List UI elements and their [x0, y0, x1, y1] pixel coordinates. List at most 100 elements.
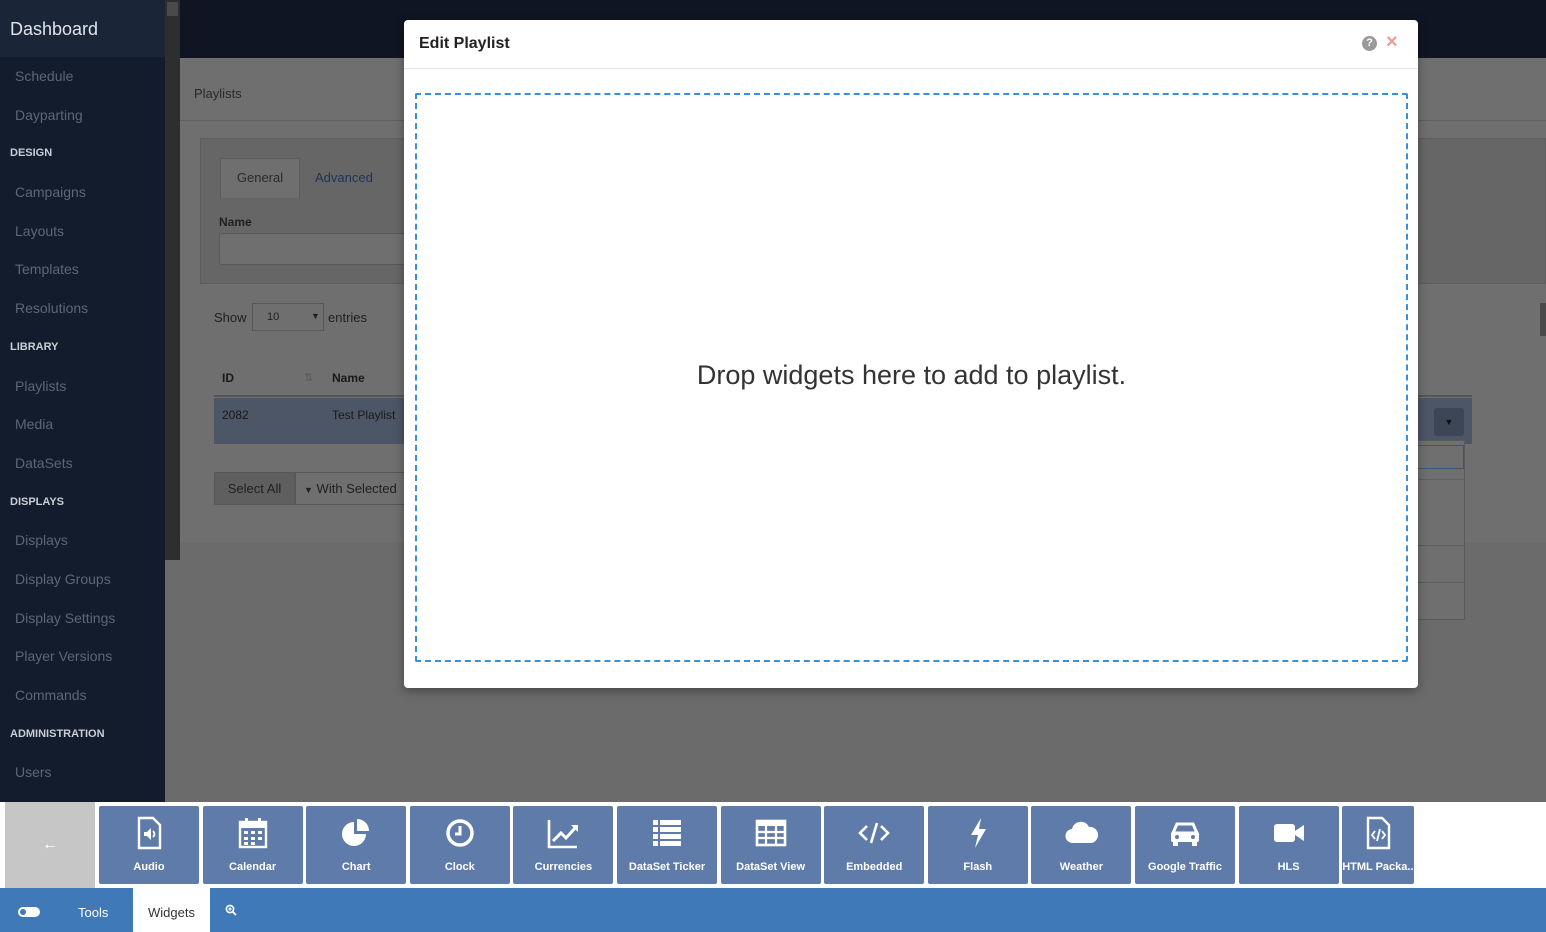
scrollbar-thumb[interactable]	[167, 2, 178, 16]
entries-label: entries	[328, 310, 368, 325]
bottom-nav: Tools Widgets	[0, 888, 1546, 932]
sidebar-item-displays[interactable]: Displays	[0, 521, 165, 560]
sort-icon[interactable]: ⇅	[304, 371, 313, 384]
sidebar-item-campaigns[interactable]: Campaigns	[0, 173, 165, 212]
sidebar-item-playlists[interactable]: Playlists	[0, 367, 165, 406]
audio-file-icon	[132, 816, 166, 850]
sidebar-item-templates[interactable]: Templates	[0, 250, 165, 289]
row-actions-button[interactable]: ▼	[1434, 408, 1464, 436]
sidebar-item-datasets[interactable]: DataSets	[0, 444, 165, 483]
widget-label: Audio	[133, 861, 165, 873]
page-length-value: 10	[267, 311, 280, 323]
sidebar-item-layouts[interactable]: Layouts	[0, 212, 165, 251]
search-plus-icon[interactable]	[225, 903, 237, 919]
row-name-cell: Test Playlist	[332, 408, 396, 422]
widget-label: DataSet View	[736, 861, 806, 873]
widget-label: HLS	[1277, 861, 1300, 873]
cloud-icon	[1064, 816, 1099, 850]
widget-flash[interactable]: Flash	[927, 806, 1028, 884]
sidebar-item-display-settings[interactable]: Display Settings	[0, 599, 165, 638]
sidebar-item-resolutions[interactable]: Resolutions	[0, 289, 165, 328]
code-file-icon	[1361, 816, 1395, 850]
clock-icon	[443, 816, 477, 850]
tab-tools[interactable]: Tools	[78, 905, 108, 920]
pie-chart-icon	[339, 816, 373, 850]
widget-toolbar: ← Audio Calendar Chart Clock Currencies DataS…	[0, 802, 1546, 888]
calendar-icon	[236, 816, 270, 850]
widget-label: HTML Packa...	[1342, 861, 1415, 873]
widget-label: DataSet Ticker	[628, 861, 706, 873]
widget-label: Flash	[963, 861, 993, 873]
column-header-name[interactable]: Name	[332, 371, 365, 385]
sidebar: Dashboard Schedule Dayparting DESIGN Campai…	[0, 0, 165, 802]
widget-weather[interactable]: Weather	[1031, 806, 1132, 884]
sidebar-item-dayparting[interactable]: Dayparting	[0, 96, 165, 135]
line-chart-icon	[546, 816, 580, 850]
back-button[interactable]: ←	[5, 802, 95, 888]
widget-label: Currencies	[534, 861, 593, 873]
widget-label: Calendar	[229, 861, 277, 873]
widget-clock[interactable]: Clock	[409, 806, 510, 884]
widget-label: Weather	[1059, 861, 1103, 873]
column-header-id[interactable]: ID	[222, 371, 234, 385]
list-icon	[650, 816, 684, 850]
sidebar-item-player-versions[interactable]: Player Versions	[0, 637, 165, 676]
columns-button[interactable]	[1540, 303, 1546, 336]
widget-dataset-view[interactable]: DataSet View	[720, 806, 821, 884]
sidebar-section-displays: DISPLAYS	[10, 495, 65, 508]
modal-header: Edit Playlist ? ×	[404, 20, 1418, 69]
widget-audio[interactable]: Audio	[99, 806, 199, 884]
widget-hls[interactable]: HLS	[1238, 806, 1339, 884]
widget-chart[interactable]: Chart	[306, 806, 407, 884]
with-selected-button[interactable]: ▼ With Selected	[295, 472, 405, 505]
widget-label: Chart	[341, 861, 371, 873]
toggle-icon[interactable]	[18, 907, 40, 917]
widget-label: Google Traffic	[1148, 861, 1222, 873]
sidebar-item-media[interactable]: Media	[0, 405, 165, 444]
drop-zone-message: Drop widgets here to add to playlist.	[696, 360, 1127, 390]
code-icon	[857, 816, 891, 850]
tab-widgets[interactable]: Widgets	[133, 888, 210, 932]
video-camera-icon	[1272, 816, 1306, 850]
widget-label: Clock	[444, 861, 475, 873]
sidebar-section-library: LIBRARY	[10, 340, 59, 353]
name-label: Name	[219, 215, 252, 229]
caret-down-icon: ▼	[311, 311, 320, 321]
page-length-select[interactable]: 10 ▼	[252, 303, 324, 331]
sidebar-brand[interactable]: Dashboard	[0, 0, 165, 57]
sidebar-menu: Schedule Dayparting DESIGN Campaigns Layouts…	[0, 57, 165, 792]
car-icon	[1168, 816, 1202, 850]
widget-currencies[interactable]: Currencies	[513, 806, 614, 884]
with-selected-label: With Selected	[316, 481, 397, 496]
scrollbar-track[interactable]	[165, 0, 180, 560]
bolt-icon	[961, 816, 995, 850]
caret-down-icon: ▼	[304, 485, 313, 495]
arrow-left-icon: ←	[42, 836, 58, 853]
edit-playlist-modal: Edit Playlist ? × Drop widgets here to a…	[404, 20, 1418, 688]
sidebar-section-administration: ADMINISTRATION	[10, 727, 105, 740]
sidebar-section-design: DESIGN	[10, 147, 53, 160]
widget-google-traffic[interactable]: Google Traffic	[1135, 806, 1235, 884]
sidebar-item-display-groups[interactable]: Display Groups	[0, 560, 165, 599]
sidebar-item-users[interactable]: Users	[0, 753, 165, 792]
sidebar-item-schedule[interactable]: Schedule	[0, 57, 165, 96]
row-id-cell: 2082	[222, 408, 249, 422]
widget-calendar[interactable]: Calendar	[202, 806, 303, 884]
select-all-button[interactable]: Select All	[214, 472, 295, 505]
sidebar-item-commands[interactable]: Commands	[0, 676, 165, 715]
breadcrumb[interactable]: Playlists	[194, 86, 242, 101]
table-icon	[754, 816, 788, 850]
widget-label: Embedded	[846, 861, 903, 873]
widget-drop-zone[interactable]: Drop widgets here to add to playlist.	[415, 93, 1408, 662]
widget-html-packa[interactable]: HTML Packa...	[1342, 806, 1415, 884]
widget-embedded[interactable]: Embedded	[824, 806, 925, 884]
name-filter-input[interactable]	[219, 233, 419, 265]
widget-dataset-ticker[interactable]: DataSet Ticker	[617, 806, 717, 884]
tab-general[interactable]: General	[220, 158, 300, 198]
question-circle-icon[interactable]: ?	[1362, 36, 1377, 51]
show-label: Show	[214, 310, 247, 325]
close-icon[interactable]: ×	[1386, 32, 1398, 52]
dropdown-item-active[interactable]	[1416, 445, 1464, 469]
modal-title: Edit Playlist	[419, 35, 510, 52]
tab-advanced[interactable]: Advanced	[315, 170, 373, 185]
